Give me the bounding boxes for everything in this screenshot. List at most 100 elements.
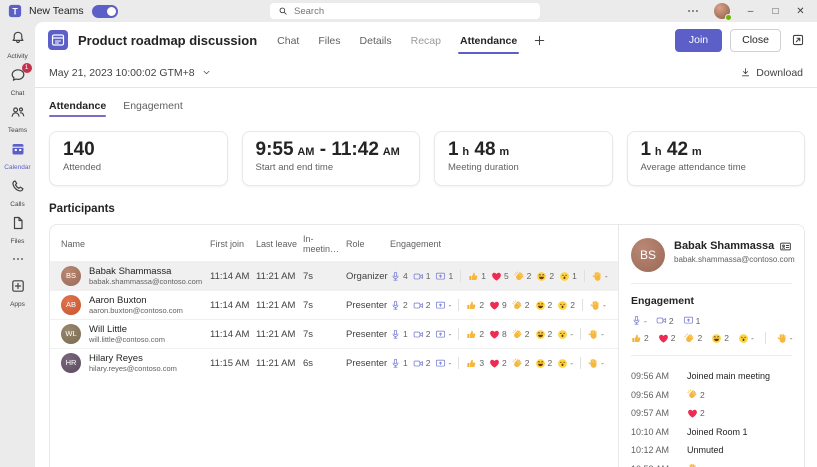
attendance-content: Attendance Engagement 140Attended 9:55 AM … bbox=[35, 88, 817, 467]
divider bbox=[458, 299, 459, 311]
titlebar-right: –□ ✕ bbox=[686, 3, 809, 19]
table-row[interactable]: HRHilary Reyeshilary.reyes@contoso.com 11… bbox=[50, 348, 618, 377]
tab-files[interactable]: Files bbox=[318, 26, 340, 54]
join-button[interactable]: Join bbox=[675, 29, 722, 52]
screen-share: 1 bbox=[435, 271, 453, 282]
more-horizontal-icon[interactable] bbox=[686, 4, 700, 18]
maximize-icon[interactable]: □ bbox=[769, 5, 782, 18]
sidebar-item-calls[interactable]: Calls bbox=[0, 174, 35, 211]
mic-icon bbox=[390, 300, 401, 311]
mic: 4 bbox=[390, 271, 408, 282]
tab-attendance[interactable]: Attendance bbox=[460, 26, 517, 54]
tab-chat[interactable]: Chat bbox=[277, 26, 299, 54]
sidebar-item-label: Chat bbox=[11, 90, 25, 97]
laugh-reaction: 2 bbox=[535, 329, 553, 340]
summary-card: 9:55 AM - 11:42 AMStart and end time bbox=[242, 131, 421, 186]
table-row[interactable]: BSBabak Shammassababak.shammassa@contoso… bbox=[50, 261, 618, 290]
participant-cell: BSBabak Shammassababak.shammassa@contoso… bbox=[50, 266, 210, 286]
avatar: HR bbox=[61, 353, 81, 373]
sidebar-item-calendar[interactable]: Calendar bbox=[0, 137, 35, 174]
new-teams-label: New Teams bbox=[29, 5, 84, 17]
phone-icon bbox=[10, 178, 26, 194]
contact-card-icon[interactable] bbox=[779, 240, 792, 253]
clap-reaction: 2 bbox=[512, 300, 530, 311]
screen-share-count: 1 bbox=[696, 316, 701, 326]
sidebar-item-more[interactable] bbox=[0, 248, 35, 274]
like-reaction-count: 2 bbox=[644, 333, 649, 343]
screen-share-count: - bbox=[448, 300, 451, 310]
heart-reaction-count: 8 bbox=[502, 329, 507, 339]
sidebar-item-chat[interactable]: 1Chat bbox=[0, 63, 35, 100]
like-reaction-icon bbox=[466, 300, 477, 311]
like-reaction: 2 bbox=[466, 300, 484, 311]
timeline-time: 09:57 AM bbox=[631, 408, 675, 418]
timeline-time: 09:56 AM bbox=[631, 371, 675, 381]
screen-share-icon bbox=[435, 358, 446, 369]
laugh-reaction: 2 bbox=[711, 333, 729, 344]
download-button[interactable]: Download bbox=[740, 67, 803, 79]
mic-count: 1 bbox=[403, 329, 408, 339]
participant-cell: HRHilary Reyeshilary.reyes@contoso.com bbox=[50, 353, 210, 373]
card-value: 9:55 AM - 11:42 AM bbox=[256, 140, 407, 161]
timeline-time: 09:56 AM bbox=[631, 390, 675, 400]
search-box[interactable] bbox=[270, 3, 540, 19]
close-icon[interactable]: ✕ bbox=[794, 5, 807, 18]
mic-count: 1 bbox=[403, 358, 408, 368]
date-selector[interactable]: May 21, 2023 10:00:02 GTM+8 bbox=[49, 67, 211, 79]
engagement-cell: 12-3222-- bbox=[390, 357, 618, 369]
clap-reaction-icon bbox=[512, 329, 523, 340]
surprised-reaction-icon bbox=[557, 329, 568, 340]
card-value: 1 h 48 m bbox=[448, 140, 599, 161]
minimize-icon[interactable]: – bbox=[744, 5, 757, 18]
camera-icon bbox=[413, 300, 424, 311]
last-leave-cell: 11:21 AM bbox=[256, 329, 303, 340]
participant-cell: ABAaron Buxtonaaron.buxton@contoso.com bbox=[50, 295, 210, 315]
in-meeting-cell: 7s bbox=[303, 300, 346, 311]
heart-reaction: 9 bbox=[489, 300, 507, 311]
tab-details[interactable]: Details bbox=[360, 26, 392, 54]
report-subtabs: Attendance Engagement bbox=[49, 100, 805, 117]
popout-icon[interactable] bbox=[791, 33, 805, 47]
timeline-entry: 10:10 AMJoined Room 1 bbox=[631, 423, 792, 442]
heart-reaction: 2 bbox=[687, 408, 705, 419]
subtab-attendance[interactable]: Attendance bbox=[49, 100, 106, 117]
heart-reaction-count: 9 bbox=[502, 300, 507, 310]
subtab-engagement[interactable]: Engagement bbox=[123, 100, 183, 117]
card-label: Start and end time bbox=[256, 162, 407, 173]
in-meeting-cell: 7s bbox=[303, 271, 346, 282]
heart-reaction: 8 bbox=[489, 329, 507, 340]
surprised-reaction: - bbox=[738, 333, 754, 344]
sidebar-item-apps[interactable]: Apps bbox=[0, 274, 35, 311]
sidebar-item-activity[interactable]: Activity bbox=[0, 26, 35, 63]
bell-icon bbox=[10, 30, 26, 46]
sidebar-item-teams[interactable]: Teams bbox=[0, 100, 35, 137]
engagement-cell: 22-29222- bbox=[390, 299, 618, 311]
table-row[interactable]: ABAaron Buxtonaaron.buxton@contoso.com11… bbox=[50, 290, 618, 319]
new-teams-toggle[interactable] bbox=[92, 5, 118, 18]
divider bbox=[765, 332, 766, 344]
sidebar-item-files[interactable]: Files bbox=[0, 211, 35, 248]
participant-email: babak.shammassa@contoso.com bbox=[89, 277, 202, 286]
close-meeting-button[interactable]: Close bbox=[730, 29, 781, 52]
table-row[interactable]: WLWill Littlewill.little@contoso.com11:1… bbox=[50, 319, 618, 348]
laugh-reaction-icon bbox=[536, 271, 547, 282]
surprised-reaction-count: 1 bbox=[572, 271, 577, 281]
tab-recap[interactable]: Recap bbox=[411, 26, 441, 54]
download-label: Download bbox=[756, 67, 803, 79]
user-avatar[interactable] bbox=[714, 3, 730, 19]
search-input[interactable] bbox=[294, 6, 532, 17]
teams-window: T New Teams –□✕ Activity1ChatTeamsCalend… bbox=[0, 0, 817, 467]
camera-count: 2 bbox=[426, 300, 431, 310]
engagement-cell: 12-2822-- bbox=[390, 328, 618, 340]
first-join-cell: 11:14 AM bbox=[210, 300, 256, 311]
camera: 2 bbox=[413, 329, 431, 340]
add-tab-icon[interactable] bbox=[533, 34, 546, 47]
laugh-reaction-icon bbox=[535, 300, 546, 311]
surprised-reaction: - bbox=[557, 329, 573, 340]
column-header-role: Role bbox=[346, 239, 390, 249]
file-icon bbox=[10, 215, 26, 231]
divider bbox=[458, 328, 459, 340]
like-reaction-count: 2 bbox=[479, 329, 484, 339]
clap-reaction-count: 2 bbox=[527, 271, 532, 281]
summary-card: 140Attended bbox=[49, 131, 228, 186]
